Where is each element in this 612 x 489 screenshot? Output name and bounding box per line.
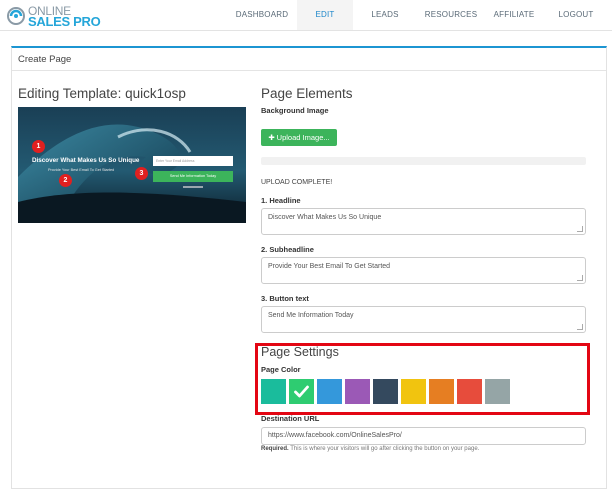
subheadline-textarea[interactable]: Provide Your Best Email To Get Started: [261, 257, 586, 284]
resize-handle-icon[interactable]: [577, 324, 583, 330]
color-swatch[interactable]: [485, 379, 510, 404]
color-swatch[interactable]: [317, 379, 342, 404]
badge-button: 3: [135, 167, 148, 180]
color-swatch[interactable]: [373, 379, 398, 404]
nav-dashboard[interactable]: DASHBOARD: [231, 0, 293, 30]
headline-value: Discover What Makes Us So Unique: [268, 214, 382, 221]
template-preview: Discover What Makes Us So Unique Provide…: [18, 107, 246, 223]
preview-subheadline: Provide Your Best Email To Get Started: [48, 168, 115, 172]
resize-handle-icon[interactable]: [577, 226, 583, 232]
resize-handle-icon[interactable]: [577, 275, 583, 281]
nav-edit[interactable]: EDIT: [297, 0, 353, 30]
panel-title: Create Page: [18, 54, 72, 65]
top-navigation-bar: ONLINE SALES PRO DASHBOARD EDIT LEADS RE…: [0, 0, 612, 31]
help-description: This is where your visitors will go afte…: [288, 446, 480, 452]
editing-template-heading: Editing Template: quick1osp: [18, 86, 186, 101]
color-swatch[interactable]: [345, 379, 370, 404]
subheadline-label: 2. Subheadline: [261, 245, 314, 254]
color-swatch[interactable]: [457, 379, 482, 404]
subheadline-value: Provide Your Best Email To Get Started: [268, 263, 391, 270]
color-swatch[interactable]: [401, 379, 426, 404]
preview-submit-button: Send Me Information Today: [153, 171, 233, 182]
upload-status: UPLOAD COMPLETE!: [261, 179, 333, 186]
destination-url-input[interactable]: https://www.facebook.com/OnlineSalesPro/: [261, 427, 586, 445]
preview-footnote: [183, 186, 203, 188]
nav-resources[interactable]: RESOURCES: [422, 0, 480, 30]
headline-textarea[interactable]: Discover What Makes Us So Unique: [261, 208, 586, 235]
button-text-textarea[interactable]: Send Me Information Today: [261, 306, 586, 333]
help-required: Required.: [261, 446, 289, 452]
destination-help-text: Required. This is where your visitors wi…: [261, 446, 479, 452]
color-swatch[interactable]: [289, 379, 314, 404]
button-text-value: Send Me Information Today: [268, 312, 354, 319]
plus-icon: ✚: [268, 133, 275, 142]
page-elements-heading: Page Elements: [261, 86, 353, 101]
badge-subheadline: 2: [59, 174, 72, 187]
button-text-label: 3. Button text: [261, 294, 309, 303]
preview-headline: Discover What Makes Us So Unique: [32, 157, 140, 164]
destination-url-label: Destination URL: [261, 414, 320, 423]
color-swatch[interactable]: [261, 379, 286, 404]
page-settings-heading: Page Settings: [261, 345, 339, 359]
color-swatch[interactable]: [429, 379, 454, 404]
page-color-label: Page Color: [261, 365, 301, 374]
nav-leads[interactable]: LEADS: [362, 0, 408, 30]
nav-logout[interactable]: LOGOUT: [553, 0, 599, 30]
background-image-label: Background Image: [261, 106, 329, 115]
badge-headline: 1: [32, 140, 45, 153]
checkmark-icon: [294, 385, 309, 398]
nav-affiliate[interactable]: AFFILIATE: [488, 0, 540, 30]
brand-line-2: SALES PRO: [28, 14, 101, 29]
panel-divider: [12, 70, 606, 71]
upload-image-button[interactable]: ✚ Upload Image...: [261, 129, 337, 146]
brand-logo[interactable]: ONLINE SALES PRO: [6, 5, 101, 29]
create-page-panel: Create Page Editing Template: quick1osp …: [11, 46, 607, 489]
upload-image-label: Upload Image...: [276, 133, 330, 142]
upload-progress-bar: [261, 157, 586, 165]
logo-icon: [7, 7, 25, 25]
preview-email-input: Enter Your Email Address: [153, 156, 233, 166]
headline-label: 1. Headline: [261, 196, 301, 205]
